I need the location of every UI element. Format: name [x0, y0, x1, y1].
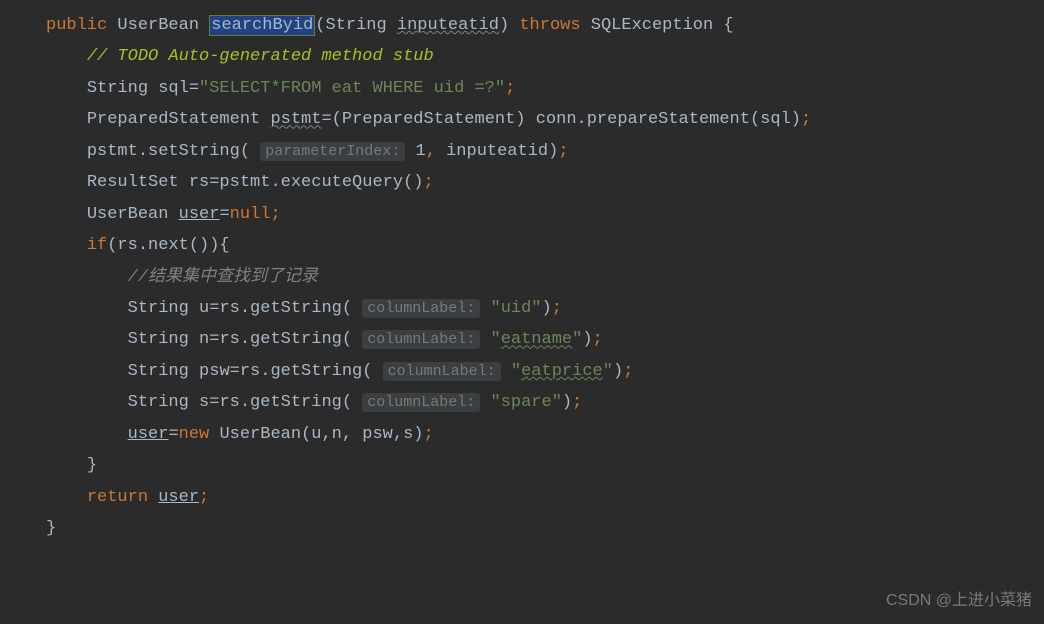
code-line: String psw=rs.getString( columnLabel: "e… [46, 356, 1044, 387]
param-hint: columnLabel: [362, 330, 480, 349]
comment-todo: // TODO Auto-generated method stub [87, 47, 434, 66]
code-line: String u=rs.getString( columnLabel: "uid… [46, 293, 1044, 324]
code-line: return user; [46, 482, 1044, 513]
keyword-if: if [87, 236, 107, 255]
param-hint: columnLabel: [362, 299, 480, 318]
code-line: PreparedStatement pstmt=(PreparedStateme… [46, 104, 1044, 135]
code-line: String sql="SELECT*FROM eat WHERE uid =?… [46, 73, 1044, 104]
comment: //结果集中查找到了记录 [128, 268, 318, 287]
code-line: pstmt.setString( parameterIndex: 1, inpu… [46, 136, 1044, 167]
exception-type: SQLException [591, 16, 713, 35]
code-line: } [46, 513, 1044, 544]
code-line: String s=rs.getString( columnLabel: "spa… [46, 387, 1044, 418]
keyword-public: public [46, 16, 107, 35]
cast-type: PreparedStatement [342, 110, 515, 129]
code-line: String n=rs.getString( columnLabel: "eat… [46, 324, 1044, 355]
type: UserBean [117, 16, 199, 35]
watermark: CSDN @上进小菜猪 [886, 586, 1032, 616]
code-editor[interactable]: public UserBean searchByid(String inpute… [0, 10, 1044, 544]
param-hint: parameterIndex: [260, 142, 405, 161]
keyword-null: null [230, 205, 271, 224]
type: String [325, 16, 386, 35]
code-line: // TODO Auto-generated method stub [46, 41, 1044, 72]
code-line: } [46, 450, 1044, 481]
keyword-new: new [179, 425, 210, 444]
param: inputeatid [397, 16, 499, 35]
method-name-highlight: searchByid [209, 15, 315, 36]
code-line: user=new UserBean(u,n, psw,s); [46, 419, 1044, 450]
code-line: if(rs.next()){ [46, 230, 1044, 261]
code-line: UserBean user=null; [46, 199, 1044, 230]
keyword-throws: throws [519, 16, 580, 35]
code-line: ResultSet rs=pstmt.executeQuery(); [46, 167, 1044, 198]
string-literal: "SELECT*FROM eat WHERE uid =?" [199, 79, 505, 98]
keyword-return: return [87, 488, 148, 507]
code-line: //结果集中查找到了记录 [46, 262, 1044, 293]
param-hint: columnLabel: [362, 393, 480, 412]
param-hint: columnLabel: [383, 362, 501, 381]
code-line: public UserBean searchByid(String inpute… [46, 10, 1044, 41]
